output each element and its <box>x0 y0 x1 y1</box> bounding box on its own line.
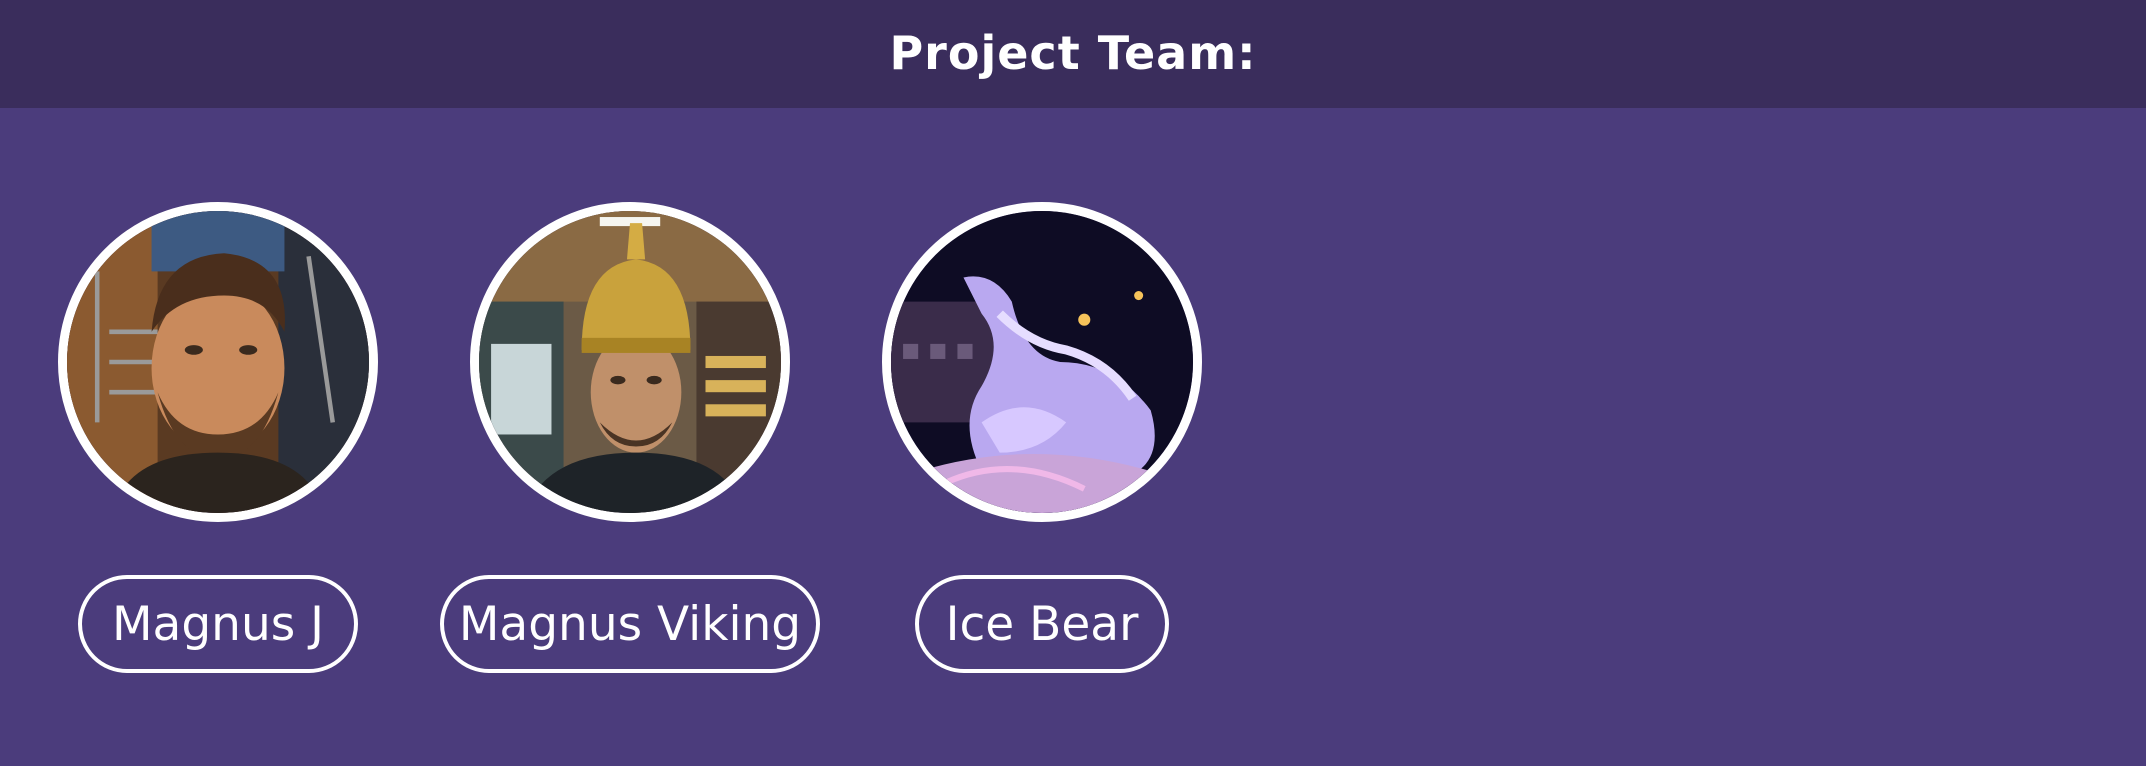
team-section: Magnus J Magnus Viking Ice Bear <box>0 108 2146 766</box>
name-button-magnus-viking[interactable]: Magnus Viking <box>440 575 820 673</box>
avatar-ice-bear[interactable] <box>882 202 1202 522</box>
name-button-ice-bear[interactable]: Ice Bear <box>915 575 1169 673</box>
portrait-photo <box>67 211 369 513</box>
avatar-magnus-j[interactable] <box>58 202 378 522</box>
ice-sculpture-photo <box>891 211 1193 513</box>
name-button-magnus-j[interactable]: Magnus J <box>78 575 358 673</box>
portrait-photo <box>479 211 781 513</box>
avatar-magnus-viking[interactable] <box>470 202 790 522</box>
page-title: Project Team: <box>889 26 1257 80</box>
header-bar: Project Team: <box>0 0 2146 108</box>
